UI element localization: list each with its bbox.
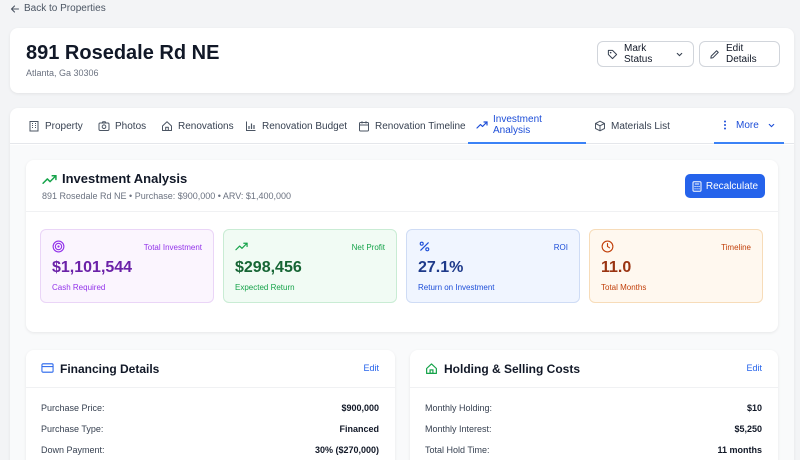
tab-label: Renovations [178,120,234,132]
percent-icon [418,240,431,253]
row-value: Financed [339,424,379,434]
row-value: $900,000 [341,403,379,413]
row-label: Purchase Type: [41,424,104,434]
tab-label: Materials List [611,120,670,132]
edit-details-label: Edit Details [726,43,757,65]
row-label: Monthly Holding: [425,403,493,413]
calendar-icon [358,120,370,132]
metric-label: Timeline [721,243,751,252]
metric-total-investment: Total Investment $1,101,544 Cash Require… [40,229,214,303]
holding-title: Holding & Selling Costs [444,362,581,376]
tab-renovations[interactable]: Renovations [153,108,242,144]
metric-value: 27.1% [418,259,464,276]
building-icon [28,120,40,132]
metric-timeline: Timeline 11.0 Total Months [589,229,763,303]
property-header: 891 Rosedale Rd NE Atlanta, Ga 30306 Mar… [10,28,794,93]
metric-value: $1,101,544 [52,259,133,276]
metric-label: Total Investment [143,243,202,252]
financing-row: Down Payment: 30% ($270,000) [41,445,379,459]
financing-details-card: Financing Details Edit Purchase Price: $… [26,350,395,460]
recalculate-label: Recalculate [705,180,759,192]
bar-chart-icon [245,120,257,132]
financing-header: Financing Details Edit [26,350,395,388]
mark-status-button[interactable]: Mark Status [597,41,694,67]
row-value: 30% ($270,000) [314,445,379,455]
row-label: Total Hold Time: [425,445,490,455]
holding-header: Holding & Selling Costs Edit [410,350,778,388]
row-label: Monthly Interest: [425,424,492,434]
property-detail-panel: Property Photos Renovations Renovation B… [10,108,794,460]
home-icon [161,120,173,132]
clock-icon [601,240,614,253]
investment-analysis-card: Investment Analysis 891 Rosedale Rd NE •… [26,160,778,332]
tab-bar: Property Photos Renovations Renovation B… [10,108,794,144]
camera-icon [98,120,110,132]
box-icon [594,120,606,132]
tab-materials-list[interactable]: Materials List [586,108,678,144]
home-icon [425,362,438,375]
page-title: 891 Rosedale Rd NE [26,42,220,64]
metric-sub: Total Months [601,283,647,292]
back-link-label: Back to Properties [24,3,106,14]
tab-renovation-budget[interactable]: Renovation Budget [237,108,355,144]
row-label: Purchase Price: [41,403,105,413]
holding-row: Monthly Holding: $10 [425,403,762,417]
metric-roi: ROI 27.1% Return on Investment [406,229,580,303]
trending-up-icon [235,240,248,253]
analysis-subtitle: 891 Rosedale Rd NE • Purchase: $900,000 … [42,191,291,201]
metric-sub: Expected Return [235,283,295,292]
financing-row: Purchase Type: Financed [41,424,379,438]
tab-more[interactable]: More [714,108,784,144]
analysis-header: Investment Analysis 891 Rosedale Rd NE •… [26,160,778,212]
arrow-left-icon [10,4,20,14]
edit-financing-link[interactable]: Edit [363,363,379,373]
tab-label: Photos [115,120,147,132]
metric-sub: Return on Investment [418,283,495,292]
trending-up-icon [476,119,488,131]
recalculate-button[interactable]: Recalculate [685,174,765,198]
tab-label: Property [45,120,83,132]
trending-up-icon [42,172,57,187]
credit-card-icon [41,362,54,374]
holding-row: Monthly Interest: $5,250 [425,424,762,438]
tab-label: Renovation Budget [262,120,348,132]
tab-label: Renovation Timeline [375,120,466,132]
tab-renovation-timeline[interactable]: Renovation Timeline [350,108,474,144]
metric-sub: Cash Required [52,283,106,292]
holding-row: Total Hold Time: 11 months [425,445,762,459]
calculator-icon [692,180,702,192]
edit-holding-link[interactable]: Edit [746,363,762,373]
tab-photos[interactable]: Photos [90,108,154,144]
metric-label: Net Profit [351,243,385,252]
tab-property[interactable]: Property [20,108,91,144]
tab-investment-analysis[interactable]: Investment Analysis [468,108,586,144]
mark-status-label: Mark Status [624,43,653,65]
tag-icon [607,49,618,60]
edit-details-button[interactable]: Edit Details [699,41,780,67]
property-address: Atlanta, Ga 30306 [26,68,99,78]
financing-row: Purchase Price: $900,000 [41,403,379,417]
metric-value: $298,456 [235,259,302,276]
pencil-icon [709,49,720,60]
holding-selling-costs-card: Holding & Selling Costs Edit Monthly Hol… [410,350,778,460]
metric-label: ROI [553,243,568,252]
more-vertical-icon [722,119,728,131]
chevron-down-icon [767,121,776,130]
tab-label: More [736,119,759,131]
metric-net-profit: Net Profit $298,456 Expected Return [223,229,397,303]
target-icon [52,240,65,253]
row-value: $5,250 [734,424,762,434]
row-value: 11 months [717,445,762,455]
analysis-title: Investment Analysis [62,171,188,186]
chevron-down-icon [675,50,684,59]
row-label: Down Payment: [41,445,105,455]
financing-title: Financing Details [60,362,160,376]
tab-label: Investment Analysis [493,114,542,136]
row-value: $10 [746,403,762,413]
metric-value: 11.0 [601,259,632,276]
back-to-properties-link[interactable]: Back to Properties [10,3,106,14]
